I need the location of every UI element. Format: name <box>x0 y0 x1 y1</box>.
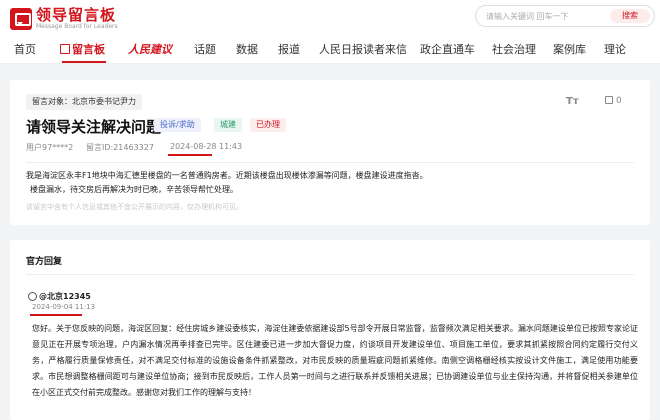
logo-title: 领导留言板 <box>36 6 117 24</box>
message-date: 2024-08-28 11:43 <box>170 142 243 151</box>
site-header: 领导留言板 Message Board for Leaders 搜索 <box>0 0 660 34</box>
logo-text: 领导留言板 Message Board for Leaders <box>36 7 118 30</box>
search-input[interactable] <box>486 9 596 23</box>
org-at-icon <box>28 292 37 301</box>
tag-field: 城建 <box>214 118 242 132</box>
message-content-paragraph: 我是海淀区永丰F1地块中海汇德里楼盘的一名普通购房者。近期该楼盘出现楼体渗漏等问… <box>26 171 428 180</box>
nav-item-theory[interactable]: 理论 <box>604 41 626 57</box>
site-logo[interactable]: 领导留言板 Message Board for Leaders <box>10 7 118 30</box>
status-badge: 已办理 <box>250 118 286 132</box>
privacy-disclaimer: 该留言中含有个人信息或其他不宜公开展示的内容，仅办理机构可见。 <box>26 203 243 211</box>
tag-message-type: 投诉/求助 <box>154 118 201 132</box>
date-highlight <box>168 154 212 156</box>
reply-date: 2024-09-04 11:13 <box>32 303 96 311</box>
nav-active-indicator <box>62 61 106 63</box>
nav-item-reader-letters[interactable]: 人民日报读者来信 <box>319 41 407 57</box>
nav-item-enterprise-express[interactable]: 政企直通车 <box>420 41 475 57</box>
nav-item-case-library[interactable]: 案例库 <box>553 41 586 57</box>
nav-item-home[interactable]: 首页 <box>14 41 36 57</box>
nav-item-topics[interactable]: 话题 <box>194 41 216 57</box>
main-nav: 首页 留言板 人民建议 话题 数据 报道 人民日报读者来信 政企直通车 社会治理… <box>0 34 660 64</box>
nav-item-reports[interactable]: 报道 <box>278 41 300 57</box>
message-recipient: 留言对象：北京市委书记尹力 <box>26 94 142 110</box>
official-reply-card: 官方回复 @北京12345 2024-09-04 11:13 您好。关于您反映的… <box>10 240 650 420</box>
divider <box>26 162 634 163</box>
font-size-icon[interactable]: Tт <box>566 96 579 107</box>
divider <box>26 274 634 275</box>
search-button[interactable]: 搜索 <box>610 9 650 23</box>
logo-subtitle: Message Board for Leaders <box>36 23 118 30</box>
message-content-paragraph: 楼盘漏水，待交房后再解决为时已晚，辛苦领导帮忙处理。 <box>30 185 238 194</box>
message-logo-icon <box>10 7 32 30</box>
message-title: 请领导关注解决问题 <box>26 118 162 136</box>
thumbs-up-icon <box>605 96 613 104</box>
nav-item-peoples-suggestions[interactable]: 人民建议 <box>128 41 172 57</box>
board-icon <box>60 44 70 54</box>
nav-item-data[interactable]: 数据 <box>236 41 258 57</box>
like-count: 0 <box>616 96 622 106</box>
reply-org: @北京12345 <box>39 292 91 301</box>
reply-heading: 官方回复 <box>26 257 63 267</box>
nav-item-message-board[interactable]: 留言板 <box>60 41 105 57</box>
message-card: 留言对象：北京市委书记尹力 Tт 0 请领导关注解决问题 投诉/求助 城建 已办… <box>10 80 650 225</box>
message-id: 留言ID:21463327 <box>86 143 154 152</box>
reply-text: 您好。关于您反映的问题，海淀区回复：经住房城乡建设委核实，海淀住建委依据建设部5… <box>32 324 638 397</box>
nav-item-social-governance[interactable]: 社会治理 <box>492 41 536 57</box>
nav-item-label: 留言板 <box>72 43 105 56</box>
reply-date-highlight <box>30 314 82 316</box>
like-button[interactable]: 0 <box>605 96 622 106</box>
search-box: 搜索 <box>475 5 655 27</box>
message-user: 用户97****2 <box>26 143 74 152</box>
